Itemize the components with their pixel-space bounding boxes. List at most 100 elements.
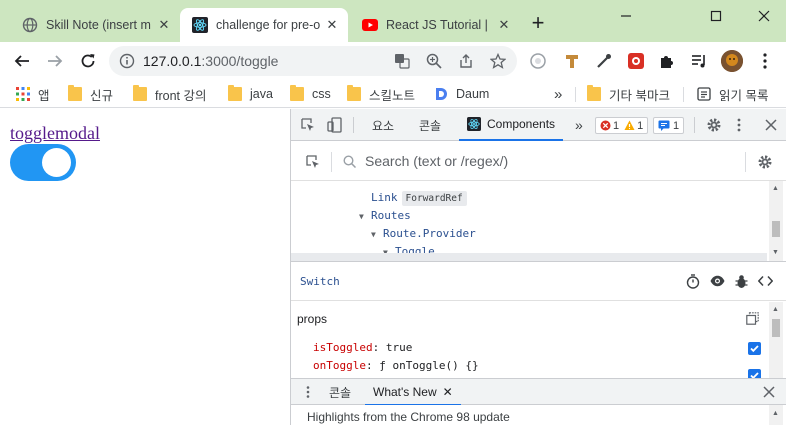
view-source-icon[interactable] [757, 275, 774, 290]
tab-console[interactable]: 콘솔 [419, 109, 441, 141]
close-icon[interactable]: ✕ [496, 17, 512, 33]
search-input[interactable]: Search (text or /regex/) [365, 153, 508, 169]
devtools-divider [353, 117, 354, 133]
share-icon[interactable] [458, 53, 474, 69]
daum-icon [434, 87, 448, 101]
window-close-button[interactable] [752, 6, 776, 26]
drawer-tab-console[interactable]: 콘솔 [329, 379, 351, 406]
tree-scrollbar[interactable]: ▲ ▼ [769, 181, 783, 261]
expand-arrow-icon[interactable]: ▼ [359, 208, 371, 226]
togglemodal-link[interactable]: togglemodal [10, 123, 100, 144]
device-toolbar-icon[interactable] [327, 117, 343, 136]
reload-button[interactable] [76, 49, 100, 73]
prop-value[interactable]: true [386, 341, 413, 354]
scroll-up-icon[interactable]: ▲ [772, 410, 779, 417]
tab-strip: Skill Note (insert m ✕ challenge for pre… [0, 0, 786, 42]
drawer-tab-whats-new[interactable]: What's New ✕ [365, 379, 461, 406]
prop-row[interactable]: isToggled: true [313, 339, 412, 357]
close-icon[interactable]: ✕ [156, 17, 172, 33]
scrollbar-thumb[interactable] [772, 221, 780, 237]
translate-icon[interactable] [394, 53, 410, 69]
url-text: 127.0.0.1:3000/toggle [143, 53, 278, 69]
new-tab-button[interactable]: + [528, 12, 548, 34]
maximize-button[interactable] [704, 6, 728, 26]
bookmarks-more-button[interactable]: » [554, 85, 562, 103]
minimize-button[interactable] [614, 6, 638, 26]
tab-challenge[interactable]: challenge for pre-o ✕ [180, 8, 348, 42]
bookmark-daum[interactable]: Daum [434, 85, 489, 103]
timer-icon[interactable] [686, 274, 700, 292]
bug-icon[interactable] [735, 274, 748, 292]
props-header: props [297, 312, 328, 326]
drawer-scrollbar[interactable]: ▲ [769, 405, 783, 425]
scroll-down-icon[interactable]: ▼ [772, 249, 779, 256]
settings-gear-icon[interactable] [706, 117, 722, 136]
expand-arrow-icon[interactable]: ▼ [371, 226, 383, 244]
profile-avatar[interactable] [721, 50, 743, 72]
selected-component-name: Switch [300, 275, 340, 288]
color-picker-icon[interactable] [595, 52, 613, 70]
tab-label: 콘솔 [419, 118, 442, 133]
tree-node-route-provider[interactable]: ▼ Route.Provider [371, 225, 476, 243]
extension-red-icon[interactable] [627, 52, 645, 70]
eye-icon[interactable] [710, 275, 725, 290]
extensions-puzzle-icon[interactable] [658, 52, 676, 70]
tab-react-tutorial[interactable]: React JS Tutorial | C ✕ [350, 8, 520, 42]
inspect-element-icon[interactable] [300, 117, 316, 136]
bookmarks-more-label: » [554, 85, 563, 103]
prop-row[interactable]: onToggle: ƒ onToggle() {} [313, 357, 479, 375]
bookmark-other[interactable]: 기타 북마크 [587, 85, 670, 103]
drawer-menu-icon[interactable] [306, 385, 310, 402]
react-icon [192, 17, 208, 33]
tree-node-link[interactable]: Link ForwardRef [371, 189, 467, 207]
close-devtools-icon[interactable] [765, 119, 777, 134]
close-icon[interactable]: ✕ [324, 17, 340, 33]
tab-title: challenge for pre-o [216, 18, 320, 32]
reading-list-button[interactable]: 읽기 목록 [697, 85, 768, 103]
tab-skill-note[interactable]: Skill Note (insert m ✕ [10, 8, 180, 42]
tab-components[interactable]: Components [459, 109, 564, 141]
settings-gear-icon[interactable] [757, 154, 773, 173]
more-tabs-button[interactable]: » [575, 109, 583, 141]
copy-icon[interactable] [746, 312, 759, 328]
scrollbar-thumb[interactable] [772, 319, 780, 337]
tab-label: Components [487, 117, 556, 131]
component-tree: LinkForwardRef ▼Routes ▼Route.Provider ▼… [291, 181, 786, 261]
prop-checkbox[interactable] [748, 342, 761, 355]
bookmark-star-icon[interactable] [490, 53, 506, 69]
errors-warnings-badge[interactable]: 1 1 [595, 117, 649, 134]
more-menu-icon[interactable] [756, 52, 774, 70]
extension-tool-icon[interactable] [563, 52, 581, 70]
folder-icon [587, 85, 601, 101]
toggle-switch[interactable] [10, 144, 76, 181]
scroll-up-icon[interactable]: ▲ [772, 306, 779, 313]
selected-tree-row[interactable] [291, 253, 767, 261]
bookmark-folder-front[interactable]: front 강의 [133, 85, 207, 103]
devtools-menu-icon[interactable] [737, 117, 741, 136]
extension-circle-icon[interactable] [529, 52, 547, 70]
media-queue-icon[interactable] [690, 52, 708, 70]
props-scrollbar[interactable]: ▲ [769, 302, 783, 378]
issues-count: 1 [673, 119, 680, 132]
tab-title: React JS Tutorial | C [386, 18, 492, 32]
bookmark-folder-css[interactable]: css [290, 85, 331, 103]
tab-elements[interactable]: 요소 [372, 109, 394, 141]
scroll-up-icon[interactable]: ▲ [772, 185, 779, 192]
bookmark-label: css [312, 87, 331, 101]
prop-key: isToggled [313, 341, 373, 354]
zoom-icon[interactable] [426, 53, 442, 69]
close-icon[interactable]: ✕ [443, 385, 453, 399]
whats-new-headline: Highlights from the Chrome 98 update [307, 410, 510, 424]
back-button[interactable] [10, 49, 34, 73]
select-component-icon[interactable] [305, 154, 321, 173]
bookmark-apps[interactable]: 앱 [16, 85, 50, 103]
close-drawer-icon[interactable] [763, 386, 775, 401]
bookmark-folder-java[interactable]: java [228, 85, 273, 103]
issues-badge[interactable]: 1 [653, 117, 685, 134]
bookmark-folder-skillnote[interactable]: 스킬노트 [347, 85, 415, 103]
tree-node-routes[interactable]: ▼ Routes [359, 207, 411, 225]
bookmark-folder-new[interactable]: 신규 [68, 85, 113, 103]
forward-button[interactable] [43, 49, 67, 73]
address-bar[interactable]: 127.0.0.1:3000/toggle [109, 46, 517, 76]
info-icon[interactable] [119, 53, 135, 69]
